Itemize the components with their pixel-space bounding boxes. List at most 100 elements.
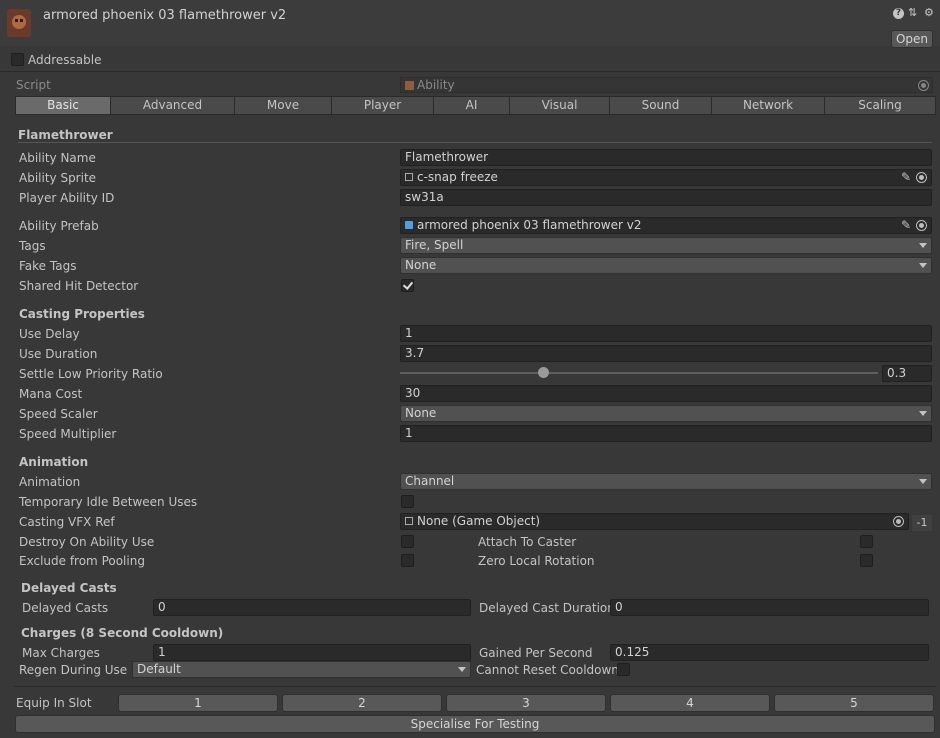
tab-network[interactable]: Network [712, 97, 825, 114]
settle-ratio-input[interactable]: 0.3 [882, 365, 932, 382]
tab-sound[interactable]: Sound [610, 97, 712, 114]
object-picker-icon[interactable] [893, 516, 904, 527]
section-divider [18, 142, 932, 143]
temp-idle-label: Temporary Idle Between Uses [19, 495, 198, 509]
fake-tags-label: Fake Tags [19, 259, 77, 273]
fake-tags-value: None [405, 258, 437, 272]
specialise-for-testing-button[interactable]: Specialise For Testing [15, 715, 935, 733]
animation-value: Channel [405, 474, 455, 488]
temp-idle-checkbox[interactable] [401, 495, 414, 508]
ability-sprite-value: c-snap freeze [417, 170, 498, 184]
use-duration-label: Use Duration [19, 347, 98, 361]
shared-hit-detector-checkbox[interactable] [401, 279, 414, 292]
equip-slot-5-button[interactable]: 5 [774, 694, 934, 712]
use-delay-input[interactable]: 1 [400, 325, 932, 342]
script-value: Ability [417, 78, 455, 92]
regen-during-use-value: Default [137, 662, 181, 676]
tab-scaling[interactable]: Scaling [825, 97, 935, 114]
cannot-reset-cooldown-checkbox[interactable] [617, 663, 630, 676]
delayed-cast-duration-input[interactable]: 0 [610, 599, 929, 616]
equip-slot-1-button[interactable]: 1 [118, 694, 278, 712]
tab-basic[interactable]: Basic [16, 97, 111, 114]
zero-local-rotation-label: Zero Local Rotation [478, 554, 595, 568]
cannot-reset-cooldown-label: Cannot Reset Cooldown [476, 663, 619, 677]
speed-scaler-label: Speed Scaler [19, 407, 98, 421]
script-icon [405, 81, 414, 90]
gained-per-second-label: Gained Per Second [479, 646, 593, 660]
object-picker-icon[interactable] [916, 220, 927, 231]
exclude-pooling-checkbox[interactable] [401, 554, 414, 567]
attach-to-caster-label: Attach To Caster [478, 535, 577, 549]
speed-multiplier-input[interactable]: 1 [400, 425, 932, 442]
open-button[interactable]: Open [891, 30, 933, 48]
use-delay-label: Use Delay [19, 327, 80, 341]
settle-ratio-slider-thumb[interactable] [538, 367, 550, 378]
tags-label: Tags [19, 239, 46, 253]
object-picker-icon[interactable] [916, 172, 927, 183]
casting-vfx-value: None (Game Object) [417, 514, 541, 528]
delayed-casts-input[interactable]: 0 [153, 599, 471, 616]
max-charges-label: Max Charges [22, 646, 100, 660]
chevron-down-icon [919, 243, 927, 248]
addressable-checkbox[interactable] [11, 53, 24, 66]
sprite-icon [405, 173, 413, 181]
chevron-down-icon [919, 479, 927, 484]
ability-sprite-field[interactable]: c-snap freeze ✎ [400, 169, 932, 186]
pencil-icon[interactable]: ✎ [901, 218, 911, 233]
chevron-down-icon [458, 667, 466, 672]
section-casting-properties: Casting Properties [19, 307, 145, 321]
addressable-label: Addressable [28, 53, 102, 67]
casting-vfx-field[interactable]: None (Game Object) [400, 513, 909, 530]
ability-prefab-field[interactable]: armored phoenix 03 flamethrower v2 ✎ [400, 217, 932, 234]
destroy-on-use-checkbox[interactable] [401, 535, 414, 548]
use-duration-input[interactable]: 3.7 [400, 345, 932, 362]
ability-name-label: Ability Name [19, 151, 96, 165]
gear-icon[interactable]: ⚙ [924, 6, 934, 20]
tab-player[interactable]: Player [332, 97, 434, 114]
script-label: Script [16, 78, 51, 92]
regen-during-use-label: Regen During Use [19, 663, 128, 677]
speed-scaler-dropdown[interactable]: None [400, 405, 932, 422]
equip-in-slot-label: Equip In Slot [16, 696, 92, 710]
animation-dropdown[interactable]: Channel [400, 473, 932, 490]
header-divider [0, 71, 940, 72]
regen-during-use-dropdown[interactable]: Default [132, 661, 471, 678]
ability-prefab-value: armored phoenix 03 flamethrower v2 [417, 218, 642, 232]
zero-local-rotation-checkbox[interactable] [860, 554, 873, 567]
pencil-icon[interactable]: ✎ [901, 170, 911, 185]
tab-ai[interactable]: AI [434, 97, 510, 114]
equip-slot-4-button[interactable]: 4 [610, 694, 770, 712]
casting-vfx-index-badge: -1 [912, 515, 932, 531]
ability-name-input[interactable]: Flamethrower [400, 149, 932, 166]
tab-visual[interactable]: Visual [510, 97, 610, 114]
mana-cost-input[interactable]: 30 [400, 385, 932, 402]
asset-title: armored phoenix 03 flamethrower v2 [43, 8, 287, 23]
tab-advanced[interactable]: Advanced [111, 97, 235, 114]
settle-ratio-slider-track[interactable] [400, 372, 878, 374]
section-animation: Animation [19, 455, 89, 469]
attach-to-caster-checkbox[interactable] [860, 535, 873, 548]
tags-dropdown[interactable]: Fire, Spell [400, 237, 932, 254]
destroy-on-use-label: Destroy On Ability Use [19, 535, 155, 549]
fake-tags-dropdown[interactable]: None [400, 257, 932, 274]
max-charges-input[interactable]: 1 [153, 644, 471, 661]
preset-icon[interactable]: ⇅ [908, 6, 917, 20]
equip-slot-2-button[interactable]: 2 [282, 694, 442, 712]
mana-cost-label: Mana Cost [19, 387, 83, 401]
gained-per-second-input[interactable]: 0.125 [610, 644, 929, 661]
chevron-down-icon [919, 263, 927, 268]
tab-move[interactable]: Move [235, 97, 332, 114]
equip-slot-3-button[interactable]: 3 [446, 694, 606, 712]
settle-ratio-label: Settle Low Priority Ratio [19, 367, 163, 381]
animation-label: Animation [19, 475, 81, 489]
player-ability-id-input[interactable]: sw31a [400, 189, 932, 206]
player-ability-id-label: Player Ability ID [19, 191, 115, 205]
section-charges: Charges (8 Second Cooldown) [21, 626, 224, 640]
exclude-pooling-label: Exclude from Pooling [19, 554, 145, 568]
help-icon[interactable]: ? [893, 8, 904, 19]
chevron-down-icon [919, 411, 927, 416]
prefab-cube-icon [405, 221, 413, 229]
delayed-casts-label: Delayed Casts [22, 601, 109, 615]
ability-prefab-label: Ability Prefab [19, 219, 99, 233]
speed-multiplier-label: Speed Multiplier [19, 427, 117, 441]
